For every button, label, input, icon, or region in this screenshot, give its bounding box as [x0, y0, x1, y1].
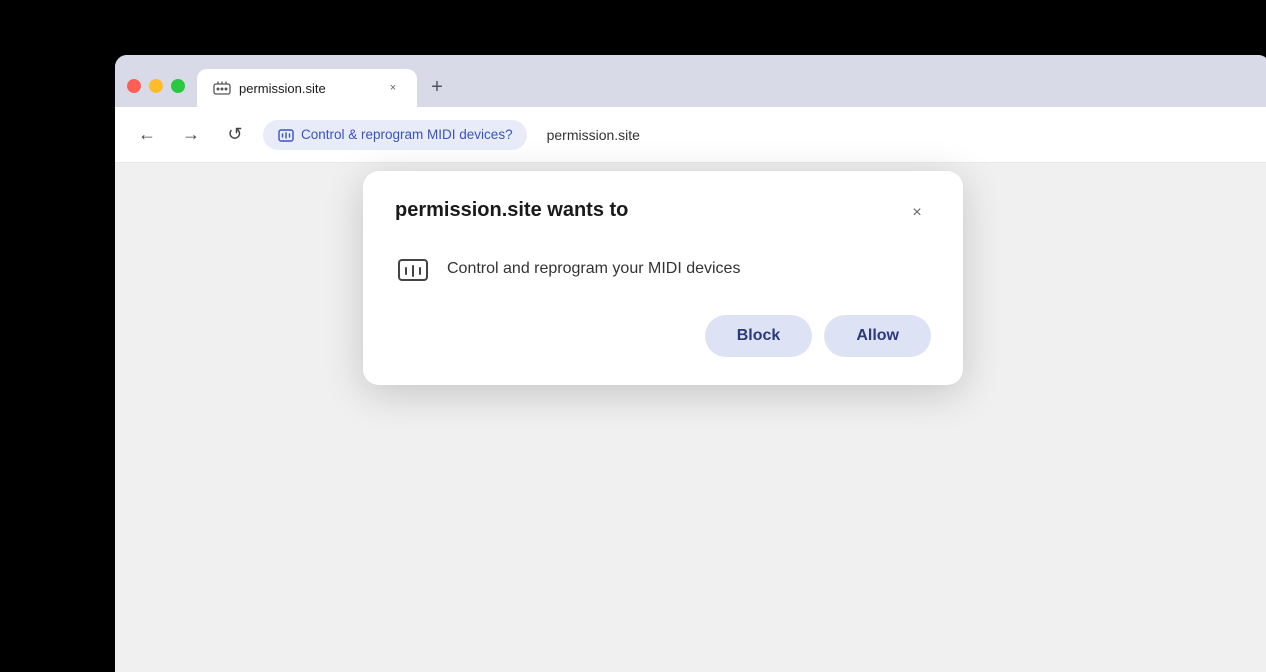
- browser-window: permission.site × + ← → ↺ Control & repr…: [115, 55, 1266, 672]
- midi-pill-icon: [277, 126, 295, 144]
- dialog-actions: Block Allow: [395, 315, 931, 357]
- tab-bar: permission.site × +: [115, 55, 1266, 107]
- block-button[interactable]: Block: [705, 315, 813, 357]
- permission-pill-text: Control & reprogram MIDI devices?: [301, 127, 513, 142]
- reload-button[interactable]: ↺: [219, 119, 251, 151]
- midi-icon: [395, 251, 431, 287]
- dialog-header: permission.site wants to ×: [395, 199, 931, 227]
- new-tab-button[interactable]: +: [421, 71, 453, 103]
- allow-button[interactable]: Allow: [824, 315, 931, 357]
- url-bar[interactable]: permission.site: [547, 127, 640, 143]
- maximize-window-button[interactable]: [171, 79, 185, 93]
- permission-description: Control and reprogram your MIDI devices: [447, 260, 740, 278]
- dialog-permission-row: Control and reprogram your MIDI devices: [395, 251, 931, 287]
- tab-title: permission.site: [239, 81, 377, 96]
- window-controls: [127, 79, 185, 107]
- minimize-window-button[interactable]: [149, 79, 163, 93]
- back-button[interactable]: ←: [131, 119, 163, 151]
- permission-dialog: permission.site wants to × Control and r…: [363, 171, 963, 385]
- tab-close-button[interactable]: ×: [385, 80, 401, 96]
- permission-pill-button[interactable]: Control & reprogram MIDI devices?: [263, 120, 527, 150]
- dialog-title: permission.site wants to: [395, 199, 628, 222]
- dialog-close-button[interactable]: ×: [903, 199, 931, 227]
- tab-favicon-icon: [213, 79, 231, 97]
- nav-bar: ← → ↺ Control & reprogram MIDI devices? …: [115, 107, 1266, 163]
- active-tab[interactable]: permission.site ×: [197, 69, 417, 107]
- page-content: permission.site wants to × Control and r…: [115, 163, 1266, 672]
- forward-button[interactable]: →: [175, 119, 207, 151]
- close-window-button[interactable]: [127, 79, 141, 93]
